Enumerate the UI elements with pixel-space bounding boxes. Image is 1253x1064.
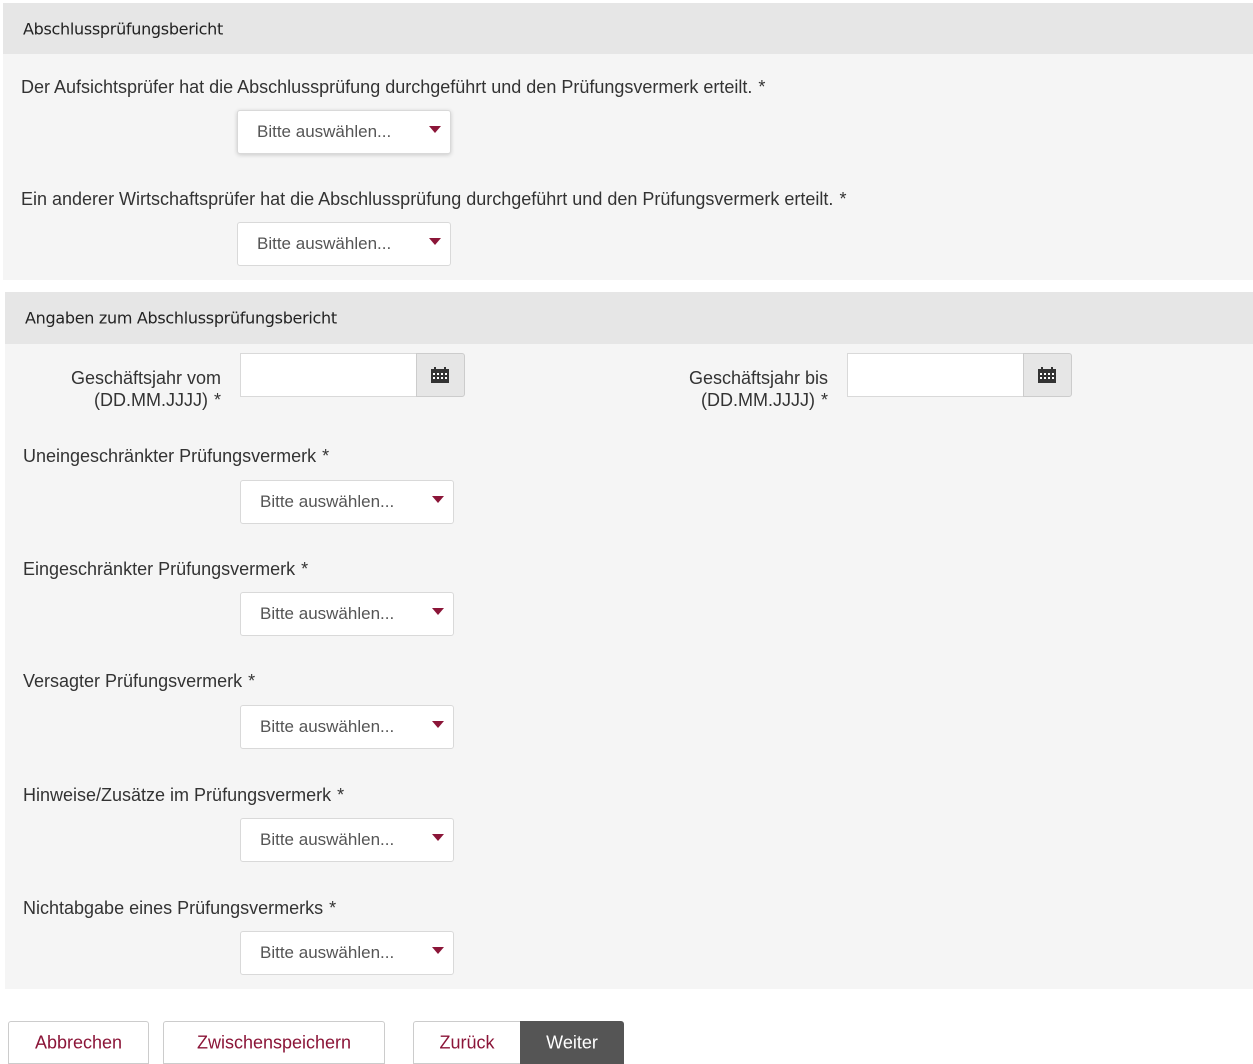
select-value: Bitte auswählen... <box>260 943 395 962</box>
caret-down-icon <box>432 608 444 615</box>
section-abschlusspruefungsbericht: Abschlussprüfungsbericht <box>3 3 1253 280</box>
calendar-icon <box>1038 367 1056 383</box>
save-draft-button[interactable]: Zwischenspeichern <box>163 1021 385 1064</box>
question-label: Uneingeschränkter Prüfungsvermerk * <box>23 446 330 466</box>
date-from-calendar-button[interactable] <box>416 353 465 397</box>
required-marker: * <box>337 785 345 805</box>
question-label: Ein anderer Wirtschaftsprüfer hat die Ab… <box>21 189 847 209</box>
anderer-wirtschaftspruefer-select[interactable]: Bitte auswählen... <box>237 222 451 266</box>
eingeschraenkter-pruefungsvermerk-select[interactable]: Bitte auswählen... <box>240 592 454 636</box>
section-header: Angaben zum Abschlussprüfungsbericht <box>5 292 1253 344</box>
section-header: Abschlussprüfungsbericht <box>3 3 1253 54</box>
versagter-pruefungsvermerk-select[interactable]: Bitte auswählen... <box>240 705 454 749</box>
date-to-label: Geschäftsjahr bis (DD.MM.JJJJ) * <box>688 368 828 410</box>
question-label: Eingeschränkter Prüfungsvermerk * <box>23 559 309 579</box>
caret-down-icon <box>432 496 444 503</box>
select-value: Bitte auswählen... <box>257 122 392 141</box>
back-button[interactable]: Zurück <box>413 1021 521 1064</box>
question-label: Hinweise/Zusätze im Prüfungsvermerk * <box>23 785 345 805</box>
date-to-input[interactable] <box>847 353 1024 397</box>
aufsichtspruefer-select[interactable]: Bitte auswählen... <box>237 110 451 154</box>
cancel-button[interactable]: Abbrechen <box>8 1021 149 1064</box>
required-marker: * <box>301 559 309 579</box>
caret-down-icon <box>429 126 441 133</box>
date-from-input[interactable] <box>240 353 417 397</box>
caret-down-icon <box>432 721 444 728</box>
select-value: Bitte auswählen... <box>260 492 395 511</box>
select-value: Bitte auswählen... <box>257 234 392 253</box>
calendar-icon <box>431 367 449 383</box>
required-marker: * <box>248 671 256 691</box>
date-from-label: Geschäftsjahr vom (DD.MM.JJJJ) * <box>70 368 221 410</box>
next-button[interactable]: Weiter <box>520 1021 624 1064</box>
required-marker: * <box>322 446 330 466</box>
date-to-calendar-button[interactable] <box>1023 353 1072 397</box>
section-title: Abschlussprüfungsbericht <box>23 19 223 38</box>
uneingeschraenkter-pruefungsvermerk-select[interactable]: Bitte auswählen... <box>240 480 454 524</box>
required-marker: * <box>329 898 337 918</box>
nichtabgabe-select[interactable]: Bitte auswählen... <box>240 931 454 975</box>
select-value: Bitte auswählen... <box>260 604 395 623</box>
question-label: Der Aufsichtsprüfer hat die Abschlussprü… <box>21 77 766 97</box>
caret-down-icon <box>429 238 441 245</box>
select-value: Bitte auswählen... <box>260 830 395 849</box>
hinweise-zusaetze-select[interactable]: Bitte auswählen... <box>240 818 454 862</box>
question-label: Nichtabgabe eines Prüfungsvermerks * <box>23 898 337 918</box>
required-marker: * <box>839 189 847 209</box>
required-marker: * <box>758 77 766 97</box>
caret-down-icon <box>432 947 444 954</box>
section-title: Angaben zum Abschlussprüfungsbericht <box>25 308 337 328</box>
select-value: Bitte auswählen... <box>260 717 395 736</box>
caret-down-icon <box>432 834 444 841</box>
question-label: Versagter Prüfungsvermerk * <box>23 671 256 691</box>
